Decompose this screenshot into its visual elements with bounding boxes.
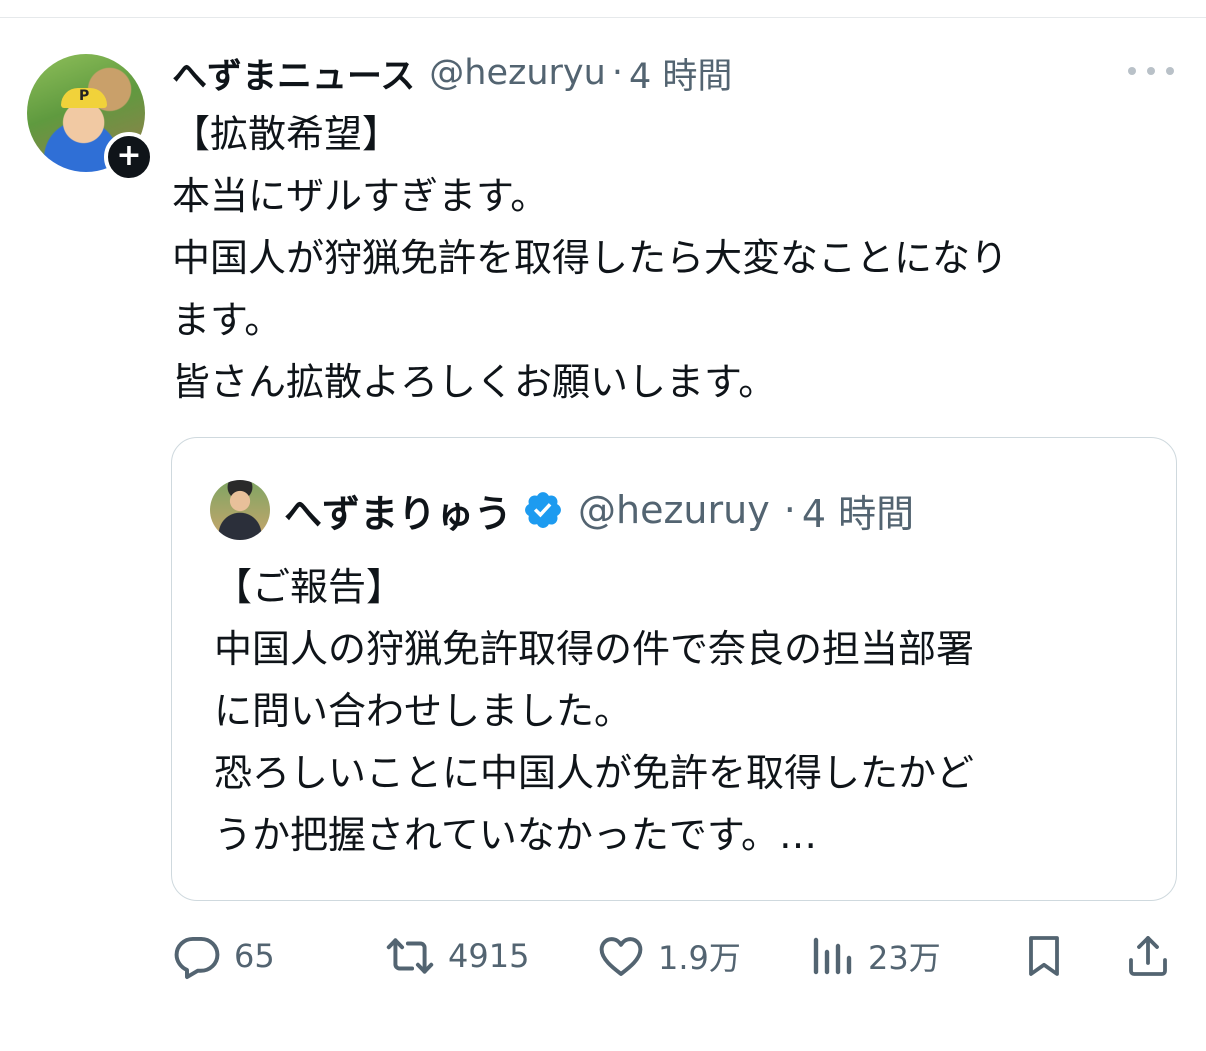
bookmark-icon [1029,936,1059,976]
quoted-text-line: に問い合わせしました。 [214,689,633,733]
author-display-name[interactable]: へずまニュース [172,48,415,99]
more-dot [1147,67,1155,75]
follow-button[interactable]: + [104,132,154,182]
reply-button[interactable]: 65 [172,928,275,984]
avatar-cap-letter: P [79,88,90,104]
verified-badge-icon [525,492,561,528]
post-text: 【拡散希望】 本当にザルすぎます。 中国人が狩猟免許を取得したら大変なことになり… [172,103,1172,413]
like-icon [599,937,643,976]
share-icon [1129,936,1167,976]
post-timestamp[interactable]: 4 時間 [629,48,732,99]
post-text-line: 【拡散希望】 [172,112,401,156]
quoted-text-line: 中国人の狩猟免許取得の件で奈良の担当部署 [214,627,975,671]
quoted-text-line: 【ご報告】 [214,565,405,609]
like-count: 1.9万 [658,939,741,977]
quoted-text-line: うか把握されていなかったです。… [214,813,818,857]
quoted-post-text: 【ご報告】 中国人の狩猟免許取得の件で奈良の担当部署 に問い合わせしました。 恐… [214,556,1154,866]
quoted-meta-separator: · [783,488,796,532]
quoted-post-timestamp: 4 時間 [801,491,915,536]
quoted-author-avatar [210,480,270,540]
more-dot [1166,67,1174,75]
quoted-post-header: へずまりゅう @hezuruy · 4 時間 [284,482,914,538]
quoted-author-handle: @hezuruy [578,488,770,532]
meta-separator: · [611,53,623,93]
quoted-author-display-name: へずまりゅう [284,491,513,536]
views-button[interactable]: 23万 [808,928,941,984]
post-header: へずまニュース @hezuryu · 4 時間 [172,48,732,98]
reply-count: 65 [234,937,275,975]
repost-button[interactable]: 4915 [384,928,529,984]
more-icon[interactable] [1128,56,1174,86]
repost-icon [386,938,434,974]
top-divider [0,17,1206,18]
quoted-text-line: 恐ろしいことに中国人が免許を取得したかど [214,751,975,795]
author-handle[interactable]: @hezuryu [429,53,606,93]
repost-count: 4915 [448,937,530,975]
post-text-line: 中国人が狩猟免許を取得したら大変なことになり [172,236,1009,280]
post-text-line: 本当にザルすぎます。 [172,174,549,218]
more-dot [1128,67,1136,75]
reply-icon [174,936,220,980]
share-button[interactable] [1124,928,1172,984]
like-button[interactable]: 1.9万 [596,928,741,984]
post-text-line: 皆さん拡散よろしくお願いします。 [172,360,777,404]
views-count: 23万 [868,939,941,977]
bookmark-button[interactable] [1020,928,1068,984]
views-icon [813,937,852,975]
post-text-line: ます。 [172,298,283,342]
